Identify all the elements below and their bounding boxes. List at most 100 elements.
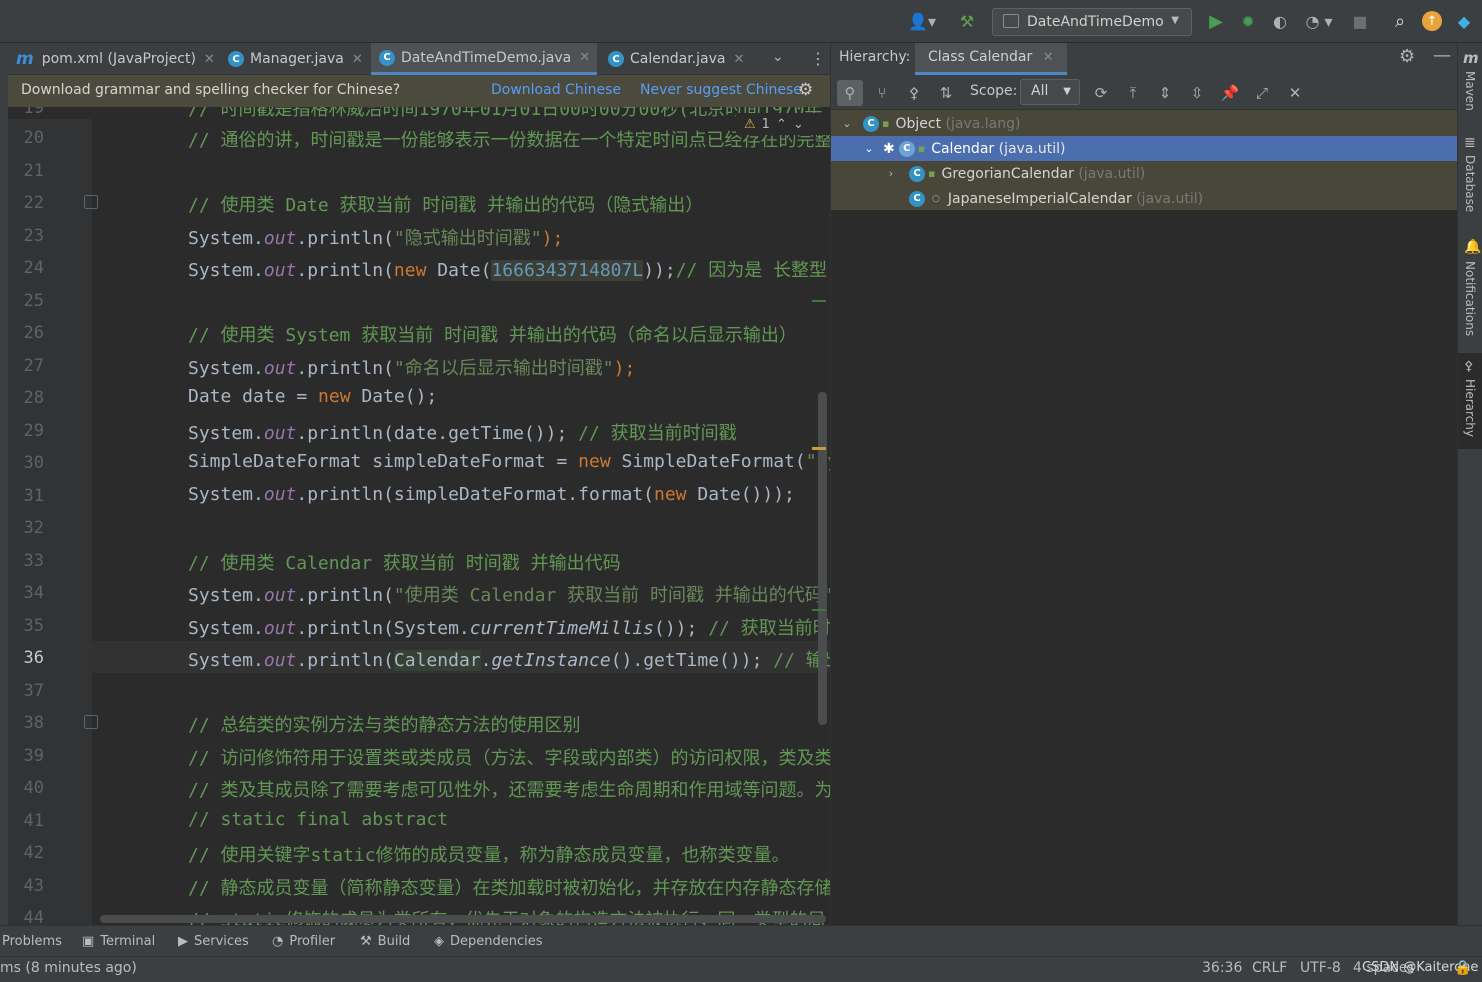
node-name: Object	[895, 115, 942, 132]
more-options-icon[interactable]: ⋮	[810, 49, 826, 68]
lock-icon[interactable]: 🔒	[1454, 960, 1471, 976]
tool-build[interactable]: ⚒ Build	[360, 926, 410, 957]
tool-profiler[interactable]: ◔ Profiler	[272, 926, 335, 957]
user-icon[interactable]: 👤▾	[906, 9, 938, 33]
debug-icon[interactable]: ✹	[1236, 9, 1260, 33]
collapse-all-icon[interactable]: ⇳	[1184, 80, 1210, 106]
maven-icon: m	[16, 49, 34, 69]
class-icon: C	[863, 115, 879, 132]
code-line-42: // 使用关键字static修饰的成员变量，称为静态成员变量，也称类变量。	[188, 845, 790, 866]
scope-select[interactable]: All ▼	[1020, 79, 1080, 105]
tool-services[interactable]: ▶ Services	[178, 926, 249, 957]
tab-label: DateAndTimeDemo.java	[401, 49, 572, 66]
maven-icon: m	[1463, 49, 1479, 67]
file-encoding[interactable]: UTF-8	[1300, 960, 1341, 976]
tree-node-gregoriancalendar[interactable]: › C ▪ GregorianCalendar (java.util)	[831, 161, 1458, 186]
tab-calendar-java[interactable]: C Calendar.java ✕	[600, 43, 752, 75]
gear-icon[interactable]: ⚙	[798, 80, 813, 100]
bell-icon: 🔔	[1464, 239, 1482, 255]
tool-database[interactable]: Database	[1463, 155, 1477, 212]
tree-node-object[interactable]: ⌄ C ▪ Object (java.lang)	[831, 111, 1458, 136]
stop-icon[interactable]: ■	[1348, 9, 1372, 33]
tool-dependencies[interactable]: ◈ Dependencies	[434, 926, 543, 957]
minimize-icon[interactable]: —	[1433, 45, 1451, 66]
status-bar: ms (8 minutes ago) 36:36 CRLF UTF-8 4 sp…	[0, 956, 1482, 982]
profile-icon[interactable]: ◔ ▾	[1298, 9, 1340, 33]
expand-arrow-icon[interactable]: ›	[877, 167, 905, 180]
tree-node-calendar-selected[interactable]: ⌄ ✱ C ▪ Calendar (java.util)	[831, 136, 1458, 161]
gear-icon[interactable]: ⚙	[1399, 46, 1415, 67]
close-icon[interactable]: ✕	[1282, 80, 1308, 106]
line-separator[interactable]: CRLF	[1252, 960, 1287, 976]
tool-terminal[interactable]: ▣ Terminal	[82, 926, 155, 957]
line-number: 27	[23, 356, 44, 376]
sort-alpha-icon[interactable]: ⇅	[933, 80, 959, 106]
update-icon[interactable]: ↑	[1420, 9, 1444, 33]
abstract-class-icon: C	[898, 140, 915, 157]
terminal-icon: ▣	[82, 934, 95, 949]
line-number: 33	[23, 551, 44, 571]
run-icon[interactable]: ▶	[1204, 9, 1228, 33]
coverage-icon[interactable]: ◐	[1268, 9, 1292, 33]
tool-hierarchy-active[interactable]: ⚴ Hierarchy	[1458, 353, 1482, 449]
tab-pom-xml[interactable]: m pom.xml (JavaProject) ✕	[8, 43, 218, 75]
tab-label: Calendar.java	[630, 51, 726, 67]
tool-problems[interactable]: Problems	[2, 926, 62, 957]
vertical-scrollbar[interactable]	[818, 392, 827, 725]
tabs-dropdown-icon[interactable]: ⌄	[772, 49, 784, 65]
tool-notifications[interactable]: Notifications	[1463, 261, 1477, 336]
code-line-35: System.out.println(System.currentTimeMil…	[188, 618, 830, 639]
prev-highlight-icon[interactable]: ⌃	[776, 117, 787, 132]
inspection-widget[interactable]: ⚠ 1 ⌃ ⌄	[736, 113, 830, 135]
tool-maven[interactable]: Maven	[1463, 71, 1477, 111]
plugin-icon[interactable]: ◆	[1452, 9, 1476, 33]
close-icon[interactable]: ✕	[733, 52, 744, 67]
tab-label: Manager.java	[250, 51, 344, 67]
refresh-icon[interactable]: ⟳	[1088, 80, 1114, 106]
code-line-28: Date date = new Date();	[188, 386, 438, 407]
public-icon: ▪	[917, 142, 926, 155]
never-suggest-link[interactable]: Never suggest Chinese	[640, 82, 802, 98]
tab-dateandtimedemo-java[interactable]: C DateAndTimeDemo.java ✕	[371, 43, 597, 75]
warning-icon: ⚠	[744, 116, 756, 132]
dependencies-icon: ◈	[434, 934, 444, 949]
line-number: 28	[23, 388, 44, 408]
warning-marker[interactable]	[812, 447, 826, 450]
change-marker	[812, 300, 826, 302]
expand-all-icon[interactable]: ⇕	[1152, 80, 1178, 106]
database-icon: ≣	[1464, 135, 1476, 151]
expand-arrow-icon[interactable]: ⌄	[855, 142, 883, 155]
tree-node-japaneseimperialcalendar[interactable]: C ○ JapaneseImperialCalendar (java.util)	[831, 186, 1458, 211]
scope-label: Scope:	[970, 83, 1018, 99]
close-icon[interactable]: ✕	[352, 52, 363, 67]
tab-manager-java[interactable]: C Manager.java ✕	[220, 43, 370, 75]
horizontal-scrollbar[interactable]	[100, 915, 826, 923]
code-editor[interactable]: 19 20 21 22 23 24 25 26 27 28 29 30 31 3…	[8, 107, 830, 925]
open-in-window-icon[interactable]: ⤢	[1249, 80, 1275, 106]
subtypes-icon[interactable]: ⑂	[869, 80, 895, 106]
build-hammer-icon[interactable]: ⚒	[955, 9, 979, 33]
close-icon[interactable]: ✕	[579, 50, 590, 65]
type-hierarchy-icon[interactable]: ⚴	[901, 80, 927, 106]
line-number: 35	[23, 616, 44, 636]
close-icon[interactable]: ✕	[204, 52, 215, 67]
line-number: 31	[23, 486, 44, 506]
node-package: (java.util)	[998, 140, 1066, 157]
close-icon[interactable]: ✕	[1043, 50, 1054, 65]
fold-marker-icon[interactable]	[84, 715, 98, 729]
download-chinese-link[interactable]: Download Chinese	[491, 82, 621, 98]
pin-icon[interactable]: 📌	[1217, 80, 1243, 106]
search-icon[interactable]: ⌕	[1388, 9, 1412, 33]
code-line-31: System.out.println(simpleDateFormat.form…	[188, 484, 795, 505]
status-message[interactable]: ms (8 minutes ago)	[0, 960, 137, 976]
base-on-this-class-icon[interactable]: ⤒	[1120, 80, 1146, 106]
code-line-38: // 总结类的实例方法与类的静态方法的使用区别	[188, 715, 581, 736]
node-name: Calendar	[931, 140, 995, 157]
tab-class-calendar[interactable]: Class Calendar ✕	[915, 43, 1067, 75]
run-configuration-select[interactable]: DateAndTimeDemo ▼	[992, 8, 1192, 36]
expand-arrow-icon[interactable]: ⌄	[833, 117, 861, 130]
caret-position[interactable]: 36:36	[1202, 960, 1242, 976]
supertypes-icon[interactable]: ⚲	[837, 80, 863, 106]
next-highlight-icon[interactable]: ⌄	[793, 117, 804, 132]
fold-marker-icon[interactable]	[84, 195, 98, 209]
